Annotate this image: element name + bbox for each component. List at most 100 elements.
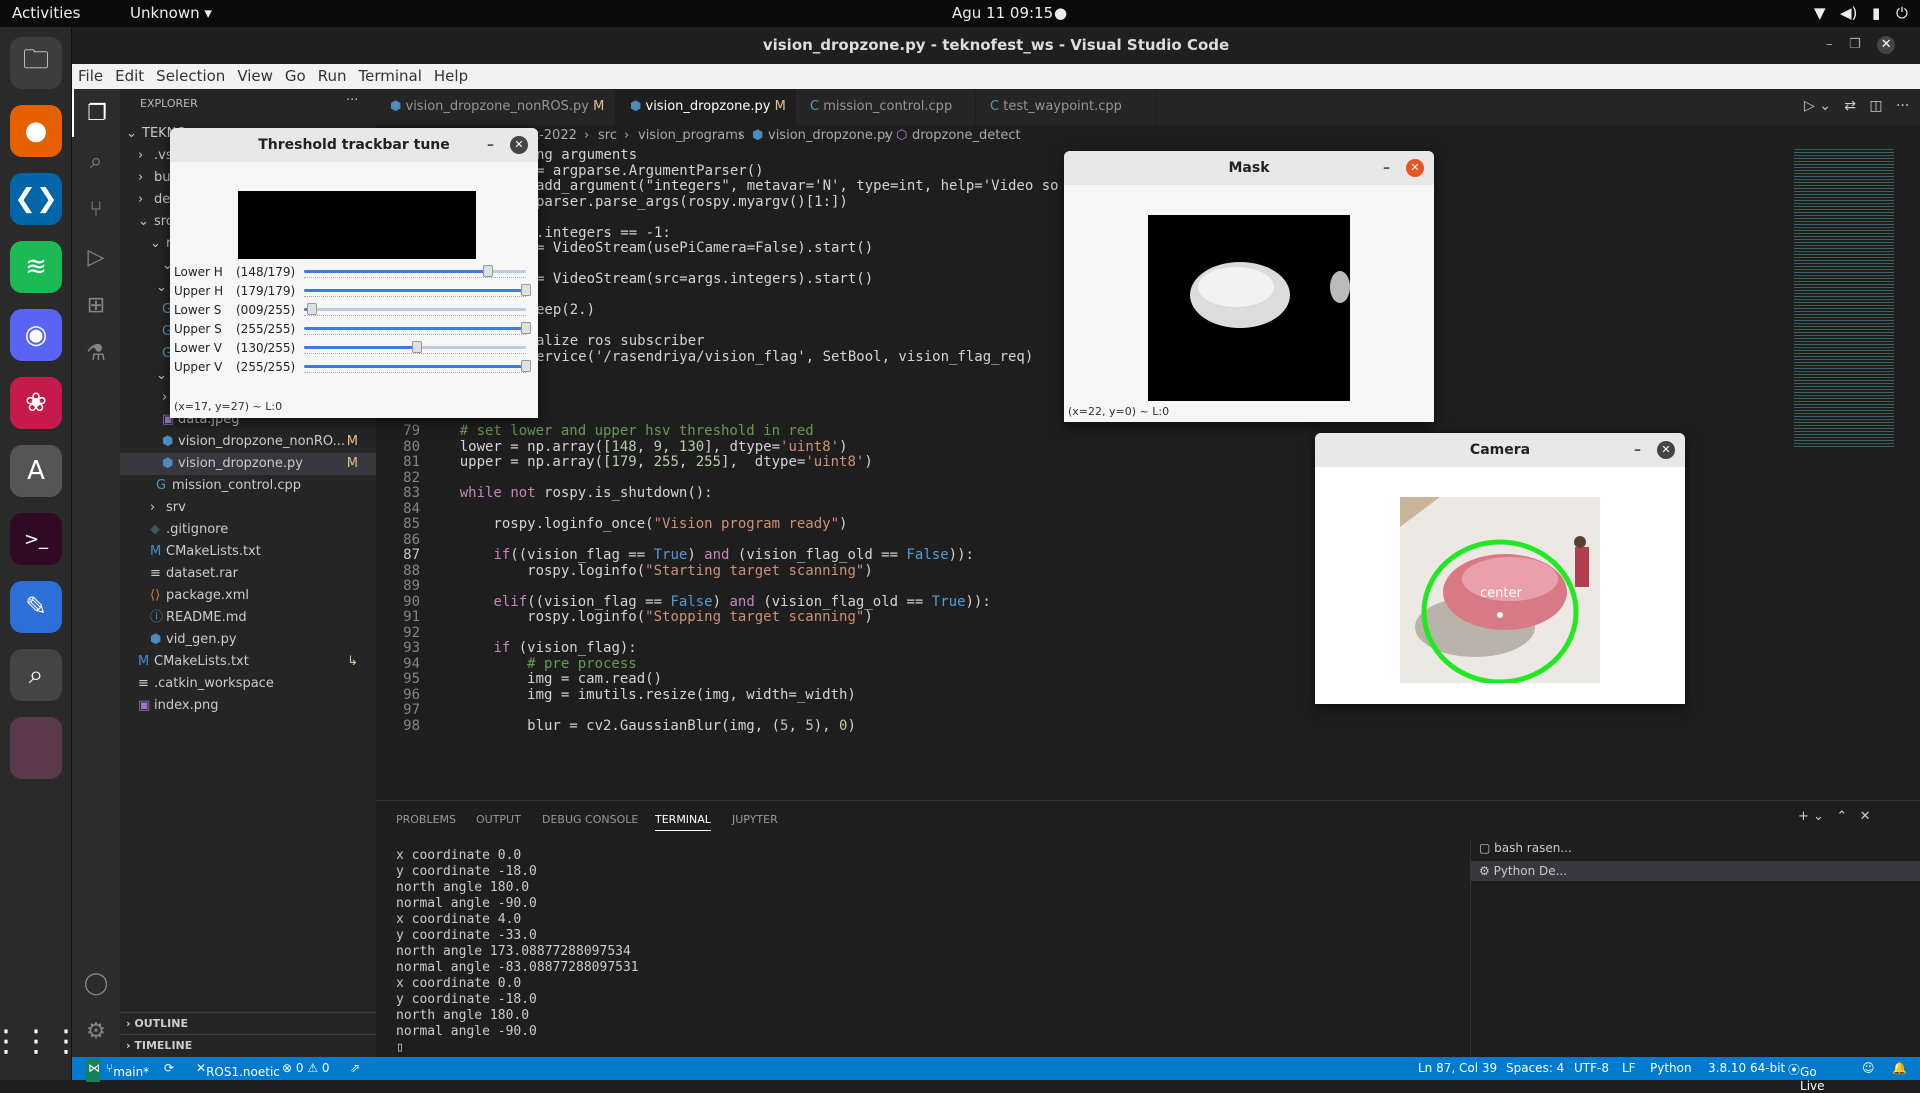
tree-item[interactable]: ▣ index.png — [120, 695, 376, 717]
tree-item[interactable]: ⬢ vision_dropzone_nonRO... M — [120, 431, 376, 453]
vscode-icon[interactable]: ❮❯ — [10, 173, 62, 225]
menu-go[interactable]: Go — [279, 64, 312, 88]
spotify-icon[interactable]: ≋ — [10, 241, 62, 293]
terminal-item-python[interactable]: ⚙ Python De... — [1471, 861, 1920, 881]
tab-debug-console[interactable]: DEBUG CONSOLE — [542, 813, 638, 826]
show-apps-grid-icon[interactable]: ⋮⋮⋮ — [0, 1015, 81, 1067]
running-window-icon[interactable] — [10, 717, 62, 779]
tab-problems[interactable]: PROBLEMS — [396, 813, 456, 826]
tree-item[interactable]: ◆ .gitignore — [120, 519, 376, 541]
trackbar-title[interactable]: Threshold trackbar tune – ✕ — [170, 128, 538, 162]
trackbar-slider[interactable] — [304, 303, 526, 315]
slider-thumb[interactable] — [412, 341, 423, 353]
tree-item[interactable]: ⓘ README.md — [120, 607, 376, 629]
menu-view[interactable]: View — [231, 64, 279, 88]
slider-thumb[interactable] — [482, 265, 493, 277]
text-editor-icon[interactable]: ✎ — [10, 581, 62, 633]
volume-icon[interactable]: ◀) — [1840, 4, 1857, 22]
firefox-icon[interactable]: ● — [10, 105, 62, 157]
tree-item[interactable]: ⬢ vid_gen.py — [120, 629, 376, 651]
ros-status[interactable]: ✕ ROS1.noetic — [196, 1061, 280, 1079]
mask-title[interactable]: Mask – ✕ — [1064, 151, 1434, 185]
remote-icon[interactable]: ⋈ — [88, 1061, 100, 1075]
feedback-icon[interactable]: ☺ — [1862, 1061, 1875, 1075]
software-updater-icon[interactable]: A — [10, 445, 62, 497]
settings-gear-icon[interactable]: ⚙ — [72, 1007, 120, 1055]
tree-item[interactable]: M CMakeLists.txt — [120, 541, 376, 563]
tab-mission-control[interactable]: C mission_control.cpp — [796, 89, 976, 125]
interpreter[interactable]: 3.8.10 64-bit — [1708, 1061, 1785, 1075]
notifications-bell-icon[interactable]: 🔔 — [1892, 1061, 1907, 1075]
minimize-icon[interactable]: – — [1383, 151, 1390, 185]
menu-file[interactable]: File — [72, 64, 109, 88]
tree-item[interactable]: ≡ dataset.rar — [120, 563, 376, 585]
terminal-icon[interactable]: >_ — [10, 513, 62, 565]
breadcrumb-item[interactable]: t-2022 — [534, 125, 577, 147]
breadcrumb-item[interactable]: vision_dropzone.py — [768, 125, 893, 147]
menu-help[interactable]: Help — [428, 64, 474, 88]
close-icon[interactable]: ✕ — [510, 136, 528, 154]
search-icon[interactable]: ⌕ — [72, 137, 120, 185]
cursor-position[interactable]: Ln 87, Col 39 — [1418, 1061, 1497, 1075]
minimap[interactable] — [1794, 147, 1894, 447]
tab-vision-dropzone-nonros[interactable]: ⬢ vision_dropzone_nonROS.py M — [376, 89, 616, 125]
app-menu[interactable]: Unknown ▾ — [130, 4, 212, 22]
more-actions-icon[interactable]: ··· — [346, 93, 358, 108]
outline-section[interactable]: › OUTLINE — [120, 1012, 376, 1034]
eol[interactable]: LF — [1622, 1061, 1636, 1075]
wifi-icon[interactable]: ▼ — [1814, 4, 1826, 22]
tree-item[interactable]: M CMakeLists.txt ↳ — [120, 651, 376, 673]
account-icon[interactable]: ◯ — [72, 959, 120, 1007]
activities-button[interactable]: Activities — [12, 4, 80, 22]
raspberry-pi-icon[interactable]: ❀ — [10, 377, 62, 429]
breadcrumb-item[interactable]: vision_programs — [638, 125, 745, 147]
slider-thumb[interactable] — [521, 360, 531, 372]
editor-actions[interactable]: ▷ ⌄ ⇄ ◫ ··· — [1804, 98, 1909, 114]
close-icon[interactable]: ✕ — [1877, 36, 1896, 54]
testing-flask-icon[interactable]: ⚗ — [72, 329, 120, 377]
clock[interactable]: Agu 11 09:15 — [952, 4, 1053, 22]
discord-icon[interactable]: ◉ — [10, 309, 62, 361]
run-debug-icon[interactable]: ▷ — [72, 233, 120, 281]
close-icon[interactable]: ✕ — [1406, 159, 1424, 177]
terminal-item-bash[interactable]: ▢ bash rasen... — [1479, 841, 1572, 855]
menu-selection[interactable]: Selection — [150, 64, 231, 88]
indentation[interactable]: Spaces: 4 — [1506, 1061, 1564, 1075]
search-magnifier-icon[interactable]: ⌕ — [10, 649, 62, 701]
battery-icon[interactable]: ▮ — [1872, 4, 1880, 22]
slider-thumb[interactable] — [521, 284, 531, 296]
encoding[interactable]: UTF-8 — [1574, 1061, 1609, 1075]
minimize-icon[interactable]: – — [1634, 433, 1641, 467]
window-controls[interactable]: – ❐ ✕ — [1826, 36, 1896, 54]
menu-terminal[interactable]: Terminal — [353, 64, 428, 88]
power-menu-icon[interactable]: ⏻ — [1896, 4, 1908, 22]
tab-output[interactable]: OUTPUT — [476, 813, 521, 826]
menu-edit[interactable]: Edit — [109, 64, 150, 88]
trackbar-slider[interactable] — [304, 284, 531, 296]
timeline-section[interactable]: › TIMELINE — [120, 1034, 376, 1056]
language-mode[interactable]: Python — [1650, 1061, 1692, 1075]
source-control-icon[interactable]: ⑂ — [72, 185, 120, 233]
go-live-button[interactable]: ⦿ Go Live — [1788, 1061, 1825, 1093]
panel-actions[interactable]: + ⌄ ⌃ ✕ — [1798, 809, 1871, 824]
trackbar-slider[interactable] — [304, 322, 531, 334]
tree-item[interactable]: Gmission_control.cpp — [120, 475, 376, 497]
trackbar-slider[interactable] — [304, 360, 531, 372]
tree-item[interactable]: › srv — [120, 497, 376, 519]
slider-thumb[interactable] — [521, 322, 531, 334]
problems-status[interactable]: ⊗ 0 ⚠ 0 — [282, 1061, 330, 1075]
minimize-icon[interactable]: – — [487, 128, 494, 162]
tab-terminal[interactable]: TERMINAL — [655, 813, 711, 831]
camera-title[interactable]: Camera – ✕ — [1315, 433, 1685, 467]
slider-thumb[interactable] — [306, 303, 317, 315]
sync-icon[interactable]: ⟳ — [164, 1061, 174, 1075]
terminal-output[interactable]: x coordinate 0.0 y coordinate -18.0 nort… — [396, 848, 639, 1056]
close-icon[interactable]: ✕ — [1657, 441, 1675, 459]
breadcrumb-item[interactable]: src — [598, 125, 617, 147]
tree-item[interactable]: ⟨⟩ package.xml — [120, 585, 376, 607]
menu-run[interactable]: Run — [312, 64, 353, 88]
breadcrumb-item[interactable]: dropzone_detect — [912, 125, 1021, 147]
live-share-icon[interactable]: ⇗ — [350, 1061, 360, 1075]
explorer-icon[interactable]: ❐ — [72, 89, 120, 137]
branch-status[interactable]: ⑂ main* — [106, 1061, 149, 1079]
